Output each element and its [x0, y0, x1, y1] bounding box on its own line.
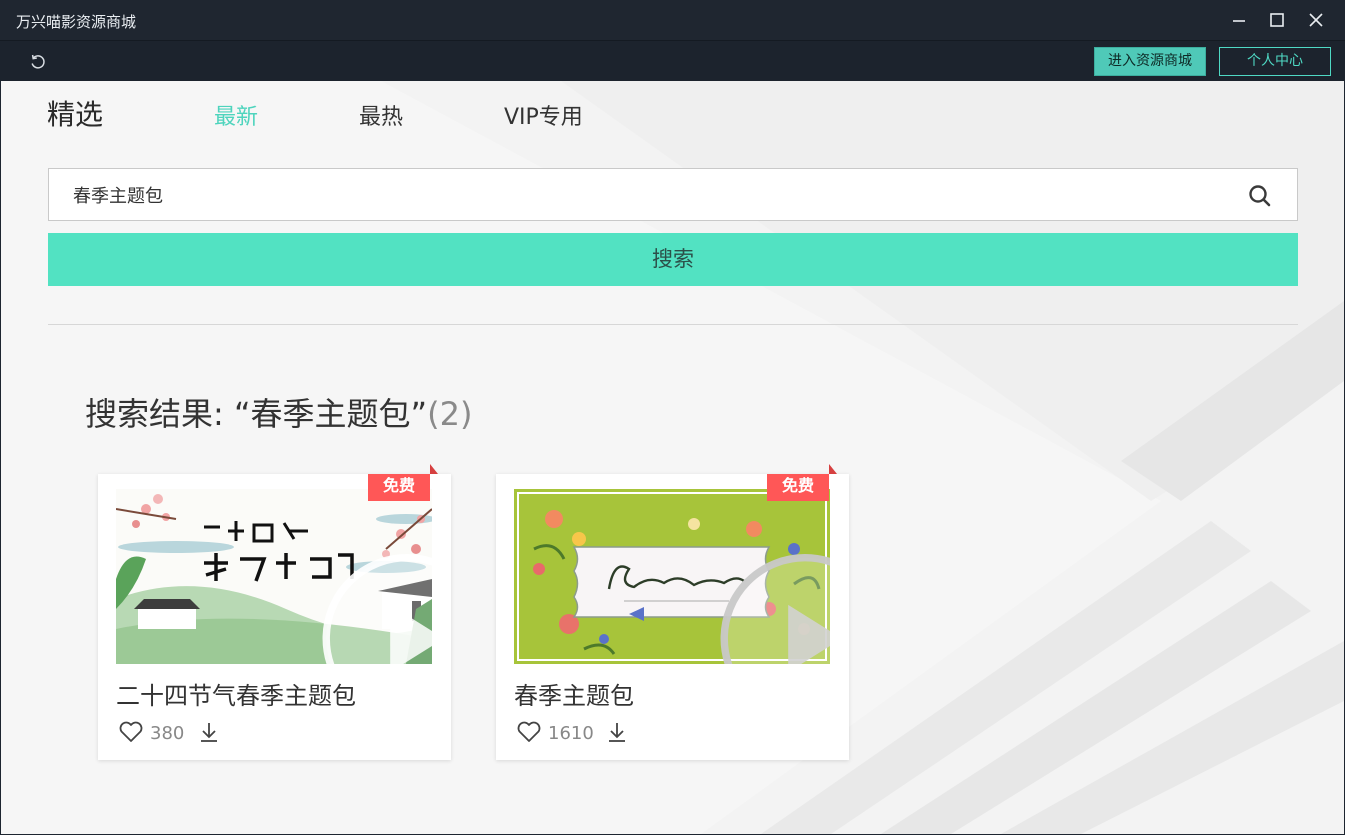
search-icon[interactable] [1247, 183, 1273, 209]
badge-label: 免费 [382, 476, 415, 495]
like-count: 1610 [548, 723, 594, 744]
resource-card[interactable]: 免费 二十四节气春季主题包 380 [98, 464, 451, 760]
search-box [48, 168, 1298, 221]
card-title[interactable]: 春季主题包 [514, 676, 634, 711]
tab-vip[interactable]: VIP专用 [504, 99, 583, 131]
search-button[interactable]: 搜索 [48, 233, 1298, 286]
minimize-icon [1233, 20, 1245, 22]
divider [48, 324, 1298, 325]
play-icon[interactable] [249, 551, 432, 664]
thumbnail[interactable] [514, 489, 830, 664]
search-input[interactable] [73, 182, 1223, 208]
minimize-button[interactable] [1226, 7, 1252, 33]
download-icon[interactable] [606, 720, 628, 744]
download-icon[interactable] [198, 720, 220, 744]
toolbar: 进入资源商城 个人中心 [0, 40, 1345, 81]
maximize-button[interactable] [1264, 7, 1290, 33]
maximize-icon [1270, 13, 1284, 27]
refresh-button[interactable] [28, 52, 48, 72]
play-icon[interactable] [647, 551, 830, 664]
tab-featured[interactable]: 精选 [47, 93, 103, 133]
tab-newest[interactable]: 最新 [214, 99, 258, 131]
close-button[interactable] [1303, 7, 1329, 33]
search-results-count: (2) [427, 395, 473, 433]
resource-card[interactable]: 免费 春季主题包 1610 [496, 464, 849, 760]
card-title[interactable]: 二十四节气春季主题包 [116, 676, 356, 711]
user-center-button[interactable]: 个人中心 [1219, 47, 1331, 76]
free-badge: 免费 [767, 464, 837, 502]
window-titlebar: 万兴喵影资源商城 [0, 0, 1345, 40]
heart-icon[interactable] [516, 720, 542, 744]
free-badge: 免费 [368, 464, 438, 502]
like-count: 380 [150, 723, 185, 744]
badge-label: 免费 [781, 476, 814, 495]
tab-hot[interactable]: 最热 [359, 99, 403, 131]
search-results-label: 搜索结果: “春季主题包” [85, 395, 428, 433]
search-results-heading: 搜索结果: “春季主题包”(2) [85, 389, 472, 435]
window-title: 万兴喵影资源商城 [16, 13, 137, 31]
heart-icon[interactable] [118, 720, 144, 744]
refresh-icon [31, 54, 45, 69]
main-content: 精选 最新 最热 VIP专用 搜索 搜索结果: “春季主题包”(2) [1, 81, 1344, 834]
enter-store-button[interactable]: 进入资源商城 [1094, 47, 1206, 76]
thumbnail[interactable] [116, 489, 432, 664]
close-icon [1309, 13, 1323, 27]
